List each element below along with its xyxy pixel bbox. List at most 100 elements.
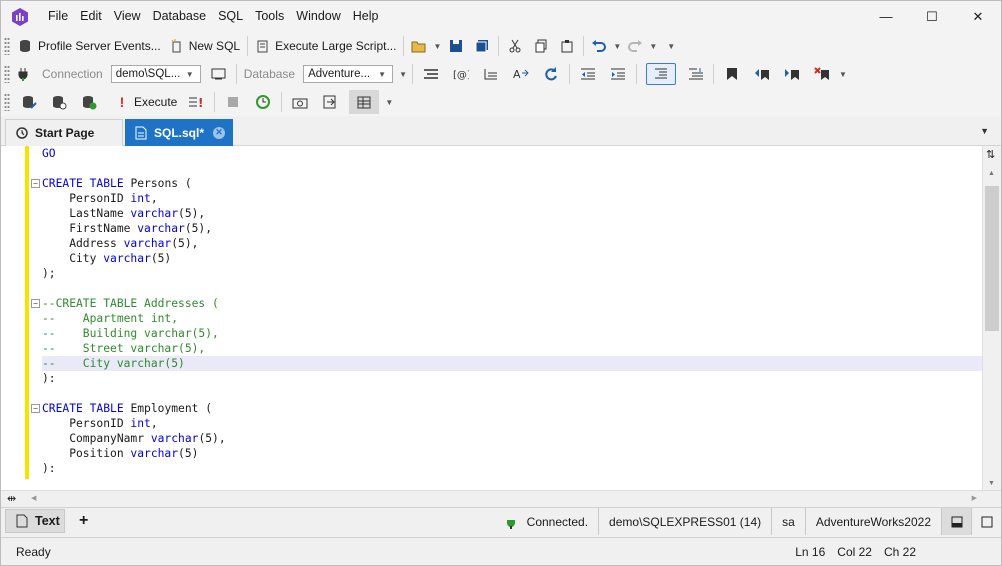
add-view-button[interactable]: + — [79, 512, 88, 530]
menu-file[interactable]: File — [42, 1, 74, 32]
database-select[interactable]: Adventure... ▼ — [303, 65, 394, 83]
stop-icon[interactable] — [225, 94, 241, 110]
code-line[interactable]: − CREATE TABLE Employment ( — [31, 401, 982, 416]
scroll-right-icon[interactable]: ▶ — [972, 494, 977, 502]
tab-sql[interactable]: SQL.sql* ✕ — [125, 119, 233, 146]
history-icon[interactable] — [255, 94, 271, 110]
code-line[interactable]: ): — [42, 461, 982, 476]
code-line[interactable]: CompanyNamr varchar(5), — [42, 431, 982, 446]
maximize-button[interactable]: ☐ — [909, 1, 955, 32]
code-line[interactable]: -- Building varchar(5), — [42, 326, 982, 341]
line-numbers-icon[interactable] — [688, 66, 704, 82]
paste-icon[interactable] — [559, 38, 575, 54]
tab-list-dropdown-icon[interactable]: ▼ — [980, 126, 989, 136]
menu-edit[interactable]: Edit — [74, 1, 108, 32]
code-line[interactable]: − CREATE TABLE Persons ( — [31, 176, 982, 191]
code-line[interactable]: − --CREATE TABLE Addresses ( — [31, 296, 982, 311]
new-sql-button[interactable]: New SQL — [165, 34, 244, 58]
next-bookmark-icon[interactable] — [784, 66, 800, 82]
connection-manager-icon[interactable] — [211, 66, 227, 82]
connection-plug-icon[interactable] — [16, 66, 32, 82]
previous-bookmark-icon[interactable] — [754, 66, 770, 82]
open-dropdown-icon[interactable]: ▼ — [431, 42, 443, 51]
fold-toggle-icon[interactable]: − — [31, 404, 40, 413]
text-case-icon[interactable]: A — [513, 66, 529, 82]
toolbar-overflow-icon[interactable]: ▼ — [397, 70, 409, 79]
code-line[interactable] — [42, 161, 982, 176]
fold-toggle-icon[interactable]: − — [31, 179, 40, 188]
show-results-pane-icon[interactable] — [941, 508, 971, 535]
code-line[interactable]: -- Street varchar(5), — [42, 341, 982, 356]
save-icon[interactable] — [448, 38, 464, 54]
profile-server-events-button[interactable]: Profile Server Events... — [14, 34, 165, 58]
parameters-icon[interactable]: [@] — [453, 66, 469, 82]
tab-start-page[interactable]: Start Page — [5, 119, 123, 146]
toolbar-grip[interactable] — [4, 37, 10, 55]
split-icon[interactable]: ⇅ — [986, 148, 995, 161]
hide-results-pane-icon[interactable] — [971, 508, 1001, 535]
copy-icon[interactable] — [533, 38, 549, 54]
toolbar-grip[interactable] — [4, 65, 10, 83]
code-line[interactable]: City varchar(5) — [42, 251, 982, 266]
menu-sql[interactable]: SQL — [212, 1, 249, 32]
code-line[interactable]: ): — [42, 371, 982, 386]
split-horizontal-icon[interactable]: ⇹ — [7, 492, 16, 505]
query-profiler-icon[interactable] — [292, 94, 308, 110]
execute-current-icon[interactable]: ! — [188, 94, 204, 110]
undo-dropdown-icon[interactable]: ▼ — [611, 42, 623, 51]
horizontal-scrollbar[interactable]: ⇹ ◀ ▶ — [1, 490, 1001, 507]
bookmark-icon[interactable] — [724, 66, 740, 82]
fold-toggle-icon[interactable]: − — [31, 299, 40, 308]
redo-icon[interactable] — [627, 38, 643, 54]
results-grid-icon[interactable] — [349, 90, 380, 114]
code-line[interactable]: PersonID int, — [42, 416, 982, 431]
code-line[interactable] — [42, 386, 982, 401]
toolbar-overflow-icon[interactable]: ▼ — [383, 98, 395, 107]
vertical-scroll-thumb[interactable] — [985, 186, 999, 331]
toolbar-overflow-icon[interactable]: ▼ — [665, 42, 677, 51]
toolbar-overflow-icon[interactable]: ▼ — [837, 70, 849, 79]
toolbar-grip[interactable] — [4, 93, 10, 111]
connection-select[interactable]: demo\SQL... ▼ — [110, 65, 201, 83]
object-list-icon[interactable] — [483, 66, 499, 82]
code-line[interactable]: PersonID int, — [42, 191, 982, 206]
close-button[interactable]: ✕ — [955, 1, 1001, 32]
cut-icon[interactable] — [507, 38, 523, 54]
execute-button[interactable]: ! Execute — [110, 90, 181, 114]
close-tab-icon[interactable]: ✕ — [213, 126, 225, 139]
indent-icon[interactable] — [610, 66, 626, 82]
code-line[interactable] — [42, 281, 982, 296]
tab-text[interactable]: Text — [5, 509, 65, 533]
code-line[interactable]: LastName varchar(5), — [42, 206, 982, 221]
database-icon[interactable] — [51, 94, 67, 110]
format-icon[interactable] — [423, 66, 439, 82]
menu-tools[interactable]: Tools — [249, 1, 290, 32]
outdent-icon[interactable] — [580, 66, 596, 82]
scroll-down-icon[interactable]: ▼ — [988, 480, 995, 487]
code-line[interactable]: GO — [42, 146, 982, 161]
database-edit-icon[interactable] — [21, 94, 37, 110]
code-line[interactable]: FirstName varchar(5), — [42, 221, 982, 236]
redo-dropdown-icon[interactable]: ▼ — [647, 42, 659, 51]
code-line[interactable]: Address varchar(5), — [42, 236, 982, 251]
code-line[interactable]: ); — [42, 266, 982, 281]
code-line[interactable]: -- Apartment int, — [42, 311, 982, 326]
database-check-icon[interactable] — [81, 94, 97, 110]
open-folder-icon[interactable] — [411, 38, 427, 54]
menu-view[interactable]: View — [108, 1, 147, 32]
code-area[interactable]: GO − CREATE TABLE Persons ( PersonID int,… — [31, 146, 982, 476]
menu-window[interactable]: Window — [290, 1, 346, 32]
sql-editor[interactable]: GO − CREATE TABLE Persons ( PersonID int,… — [1, 146, 1001, 490]
code-line[interactable]: Position varchar(5) — [42, 446, 982, 461]
scroll-up-icon[interactable]: ▲ — [988, 170, 995, 177]
save-all-icon[interactable] — [474, 38, 490, 54]
refresh-icon[interactable] — [543, 66, 559, 82]
clear-bookmarks-icon[interactable] — [814, 66, 830, 82]
code-line[interactable]: -- City varchar(5) — [42, 356, 982, 371]
minimize-button[interactable]: — — [863, 1, 909, 32]
execute-large-script-button[interactable]: Execute Large Script... — [251, 34, 400, 58]
menu-help[interactable]: Help — [347, 1, 385, 32]
vertical-scrollbar[interactable]: ⇅ ▲ ▼ — [982, 146, 1001, 490]
scroll-left-icon[interactable]: ◀ — [31, 494, 36, 502]
menu-database[interactable]: Database — [147, 1, 213, 32]
